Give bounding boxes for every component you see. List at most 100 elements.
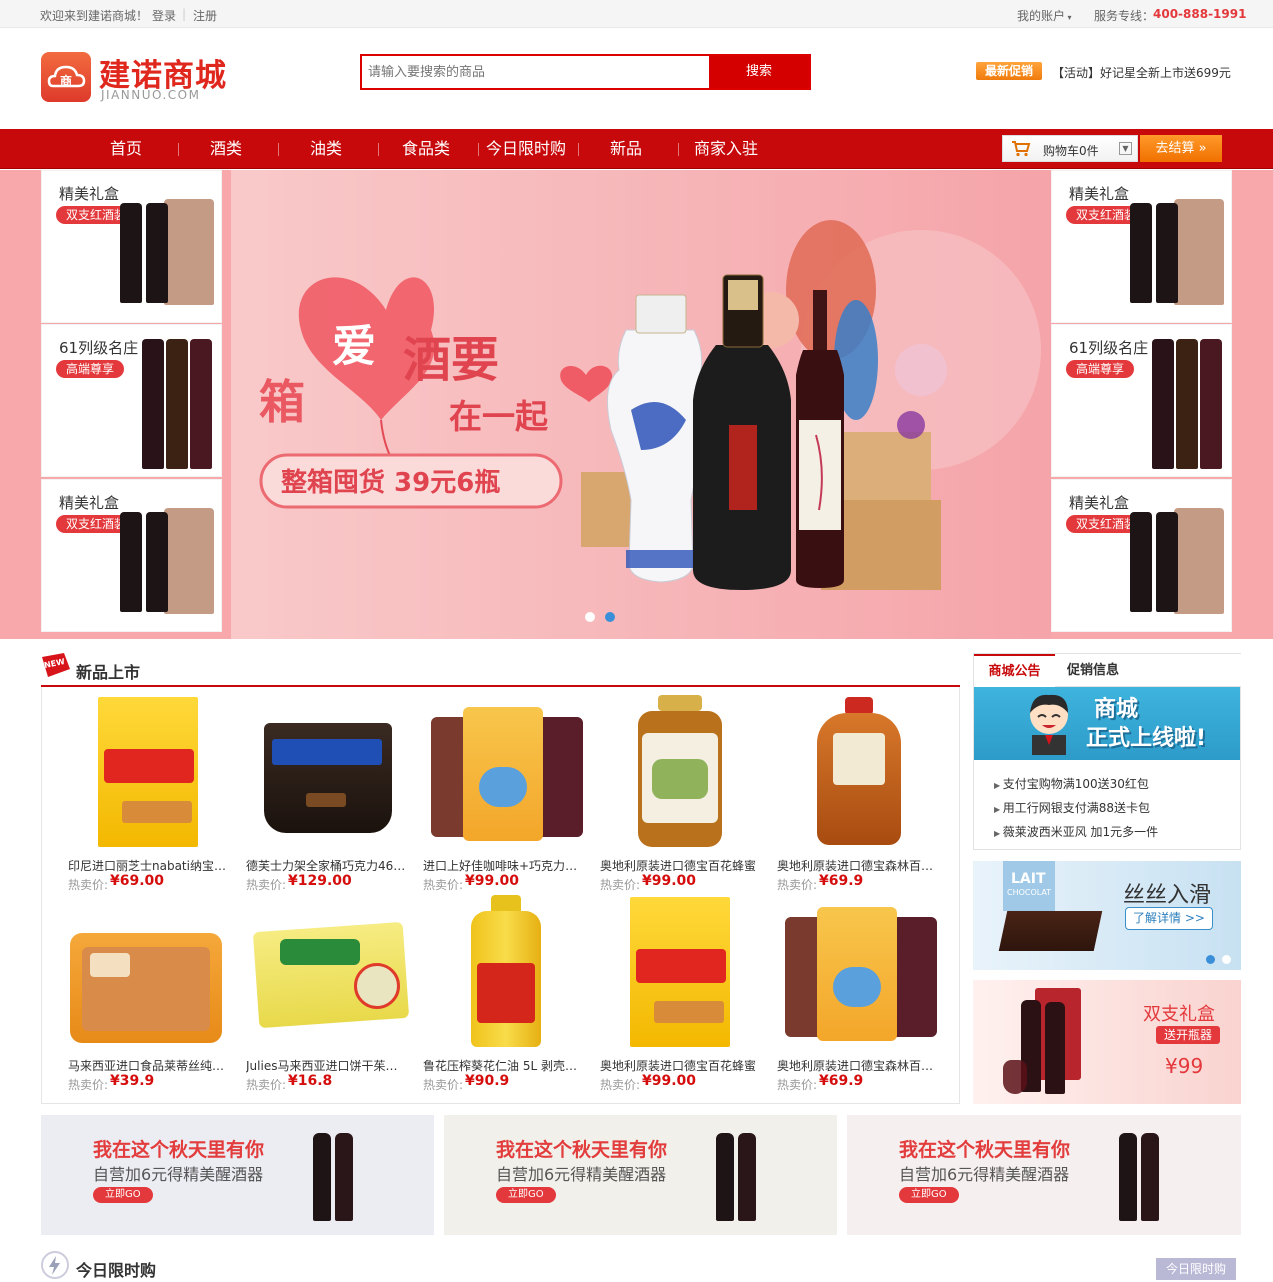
login-link[interactable]: 登录 [152,7,176,24]
nav-item-wine[interactable]: 酒类 [176,129,276,169]
cart-button[interactable]: 购物车0件 ▼ [1002,135,1138,162]
nav-item-merchants[interactable]: 商家入驻 [676,129,776,169]
product-image[interactable] [246,693,406,853]
wine-bottle-image [166,339,188,469]
product-name[interactable]: Julies马来西亚进口饼干茱蒙柠檬味 [246,1057,406,1074]
price-label: 热卖价: [423,1078,464,1092]
wine-bottle-image [1176,339,1198,469]
notice-item[interactable]: ▶ 支付宝购物满100送30红包 [994,775,1149,792]
promo-subtitle: 自营加6元得精美醒酒器 [899,1165,1070,1184]
product-card[interactable]: 德芙士力架全家桶巧克力460g 热卖价: ¥129.00 [246,693,423,892]
product-price: ¥69.00 [110,873,165,889]
gift-ad-tag: 送开瓶器 [1156,1026,1221,1044]
product-price: ¥99.00 [642,1073,697,1089]
promo-go-button[interactable]: 立即GO [93,1187,153,1203]
gift-box-ad[interactable]: 双支礼盒 送开瓶器 ¥99 [973,980,1241,1104]
slide-dot[interactable] [585,612,595,622]
product-card[interactable]: Julies马来西亚进口饼干茱蒙柠檬味热卖价:¥16.8 [246,893,423,1092]
divider: | [182,7,187,21]
product-image[interactable] [246,893,410,1053]
wine-bottle-image [1156,512,1178,612]
side-promo-right-1[interactable]: 精美礼盒 双支红酒装 [1051,170,1232,323]
notice-item[interactable]: ▶ 用工行网银支付满88送卡包 [994,799,1150,816]
hero-slide[interactable]: 爱 箱 酒要 在一起 整箱囤货 39元6瓶 [231,170,1051,639]
product-name[interactable]: 马来西亚进口食品莱蒂丝纯牛奶饼干 [68,1057,228,1074]
product-image[interactable] [423,693,583,853]
my-account-link[interactable]: 我的账户 ▾ [1017,7,1072,24]
product-name[interactable]: 进口上好佳咖啡味+巧克力味薯片 [423,857,583,874]
chocolate-package: LAIT CHOCOLAT [1003,861,1055,911]
nav-item-flash-sale[interactable]: 今日限时购 [466,129,586,169]
flash-sale-tab[interactable]: 今日限时购 [1156,1258,1236,1280]
product-name[interactable]: 鲁花压榨葵花仁油 5L 剥壳去皮 [423,1057,583,1074]
price-label: 热卖价: [423,878,464,892]
product-card[interactable]: 马来西亚进口食品莱蒂丝纯牛奶饼干热卖价:¥39.9 [68,893,245,1092]
slide-dot-active[interactable] [1206,955,1215,964]
hero-artwork [259,220,1041,590]
side-promo-right-3[interactable]: 精美礼盒 双支红酒装 [1051,479,1232,632]
side-promo-right-2[interactable]: 61列级名庄 高端尊享 [1051,324,1232,477]
product-card[interactable]: 奥地利原装进口德宝百花蜂蜜 热卖价: ¥99.00 [600,893,777,1092]
product-name[interactable]: 奥地利原装进口德宝森林百花蜂蜜 [777,857,937,874]
notice-banner-line1: 商城 [1094,697,1139,722]
promo-banner-2[interactable]: 我在这个秋天里有你 自营加6元得精美醒酒器 立即GO [444,1115,837,1235]
wine-bottle-image [120,512,142,612]
learn-more-button[interactable]: 了解详情 >> [1125,907,1213,930]
slide-dot[interactable] [1222,955,1231,964]
logo-icon[interactable]: 商 [41,52,91,102]
product-image[interactable] [423,893,583,1053]
search-box: 搜索 [360,54,811,90]
nav-item-new[interactable]: 新品 [576,129,676,169]
wine-bottle-image [146,203,168,303]
side-promo-left-3[interactable]: 精美礼盒 双支红酒装 [41,479,222,632]
product-image[interactable] [68,893,228,1053]
chocolate-ad[interactable]: LAIT CHOCOLAT 丝丝入滑 了解详情 >> [973,861,1241,970]
product-name[interactable]: 奥地利原装进口德宝森林百花蜂蜜 [777,1057,937,1074]
promo-badge: 最新促销 [976,62,1042,80]
checkout-button[interactable]: 去结算 » [1140,135,1222,162]
chocolate-pieces-image [998,911,1103,951]
tab-promotions[interactable]: 促销信息 [1055,654,1241,687]
side-promo-title: 61列级名庄 [1069,339,1149,357]
price-label: 热卖价: [68,1078,109,1092]
side-promo-left-2[interactable]: 61列级名庄 高端尊享 [41,324,222,477]
product-name[interactable]: 德芙士力架全家桶巧克力460g [246,857,406,874]
product-card[interactable]: 鲁花压榨葵花仁油 5L 剥壳去皮 热卖价: ¥90.9 [423,893,600,1092]
product-card[interactable]: 奥地利原装进口德宝百花蜂蜜 热卖价: ¥99.00 [600,693,777,892]
side-promo-left-1[interactable]: 精美礼盒 双支红酒装 [41,170,222,323]
price-label: 热卖价: [600,1078,641,1092]
product-name[interactable]: 奥地利原装进口德宝百花蜂蜜 [600,857,760,874]
nav-item-food[interactable]: 食品类 [376,129,476,169]
tab-notice[interactable]: 商城公告 [974,654,1055,687]
wine-bottle-image [1045,1002,1065,1094]
notice-banner[interactable]: 商城 正式上线啦! [974,687,1240,760]
product-price: ¥69.9 [819,873,864,889]
product-image[interactable] [600,893,760,1053]
product-card[interactable]: 奥地利原装进口德宝森林百花蜂蜜热卖价:¥69.9 [777,693,954,892]
product-name[interactable]: 奥地利原装进口德宝百花蜂蜜 [600,1057,760,1074]
promo-banner-3[interactable]: 我在这个秋天里有你 自营加6元得精美醒酒器 立即GO [847,1115,1241,1235]
product-image[interactable] [68,693,228,853]
nav-item-home[interactable]: 首页 [76,129,176,169]
product-card[interactable]: 进口上好佳咖啡味+巧克力味薯片热卖价:¥99.00 [423,693,600,892]
product-card[interactable]: 印尼进口丽芝士nabati纳宝帝奶酪威化饼干热卖价:¥69.00 [68,693,245,892]
promo-title: 我在这个秋天里有你 [496,1139,668,1161]
product-name[interactable]: 印尼进口丽芝士nabati纳宝帝奶酪威化饼干 [68,857,228,874]
price-label: 热卖价: [777,878,818,892]
promo-go-button[interactable]: 立即GO [899,1187,959,1203]
promo-go-button[interactable]: 立即GO [496,1187,556,1203]
promo-banner-1[interactable]: 我在这个秋天里有你 自营加6元得精美醒酒器 立即GO [41,1115,434,1235]
product-card[interactable]: 奥地利原装进口德宝森林百花蜂蜜热卖价:¥69.9 [777,893,954,1092]
product-image[interactable] [777,693,937,853]
wine-bottle-image [120,203,142,303]
register-link[interactable]: 注册 [193,7,217,24]
lightning-icon [41,1251,69,1279]
search-input[interactable] [362,56,708,88]
product-image[interactable] [777,893,937,1053]
slide-dot-active[interactable] [605,612,615,622]
search-button[interactable]: 搜索 [709,56,809,88]
notice-item[interactable]: ▶ 薇莱波西米亚风 加1元多一件 [994,823,1158,840]
promo-link[interactable]: 【活动】好记星全新上市送699元 [1052,64,1231,81]
product-image[interactable] [600,693,760,853]
nav-item-oil[interactable]: 油类 [276,129,376,169]
